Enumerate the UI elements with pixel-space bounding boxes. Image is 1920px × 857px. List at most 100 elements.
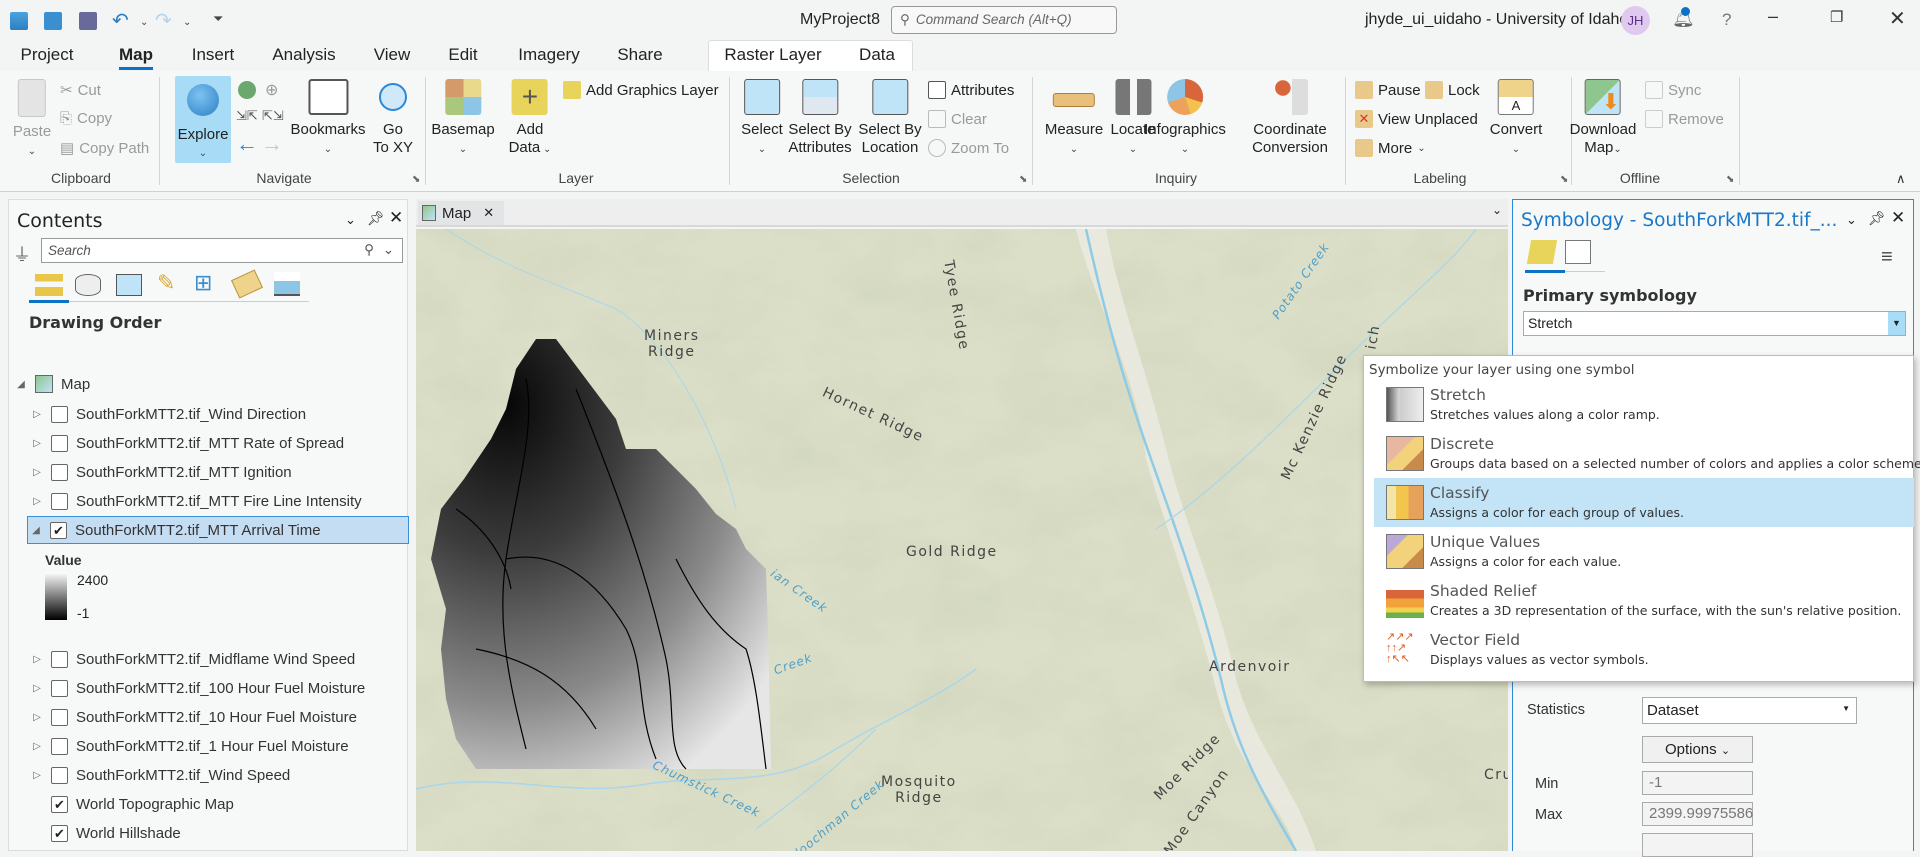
attributes-button[interactable]: Attributes <box>928 81 1014 99</box>
undo-dropdown-icon[interactable]: ⌄ <box>140 17 148 28</box>
layer-row[interactable]: ▷ SouthForkMTT2.tif_Wind Direction <box>29 400 434 428</box>
tab-overflow-chevron-icon[interactable]: ⌄ <box>1492 203 1502 217</box>
expand-arrow-icon[interactable]: ▷ <box>29 438 45 449</box>
list-by-labeling-icon[interactable] <box>230 269 264 299</box>
lock-labels-button[interactable]: Lock <box>1425 81 1480 99</box>
layer-row[interactable]: ▷ SouthForkMTT2.tif_MTT Rate of Spread <box>29 429 434 457</box>
basemap-button[interactable]: Basemap ⌄ <box>431 79 495 159</box>
convert-labels-button[interactable]: A Convert ⌄ <box>1490 79 1542 159</box>
minimize-button[interactable]: – <box>1768 6 1778 27</box>
expand-arrow-icon[interactable]: ▷ <box>29 654 45 665</box>
expand-arrow-icon[interactable]: ▷ <box>29 712 45 723</box>
tab-imagery[interactable]: Imagery <box>518 45 579 65</box>
save-project-icon[interactable] <box>79 12 97 30</box>
layer-visibility-checkbox[interactable] <box>51 708 68 726</box>
tab-raster-layer[interactable]: Raster Layer <box>724 45 821 65</box>
layer-row[interactable]: ▷ SouthForkMTT2.tif_10 Hour Fuel Moisture <box>29 703 434 731</box>
open-project-icon[interactable] <box>44 12 62 30</box>
layer-visibility-checkbox[interactable] <box>51 679 68 697</box>
layer-visibility-checkbox[interactable] <box>51 737 68 755</box>
layer-row[interactable]: ✔ World Hillshade <box>29 819 434 847</box>
tab-view[interactable]: View <box>374 45 411 65</box>
expand-arrow-icon[interactable]: ▷ <box>29 467 45 478</box>
layer-visibility-checkbox[interactable] <box>51 492 68 510</box>
close-map-tab-icon[interactable]: ✕ <box>483 205 494 221</box>
symbology-option-vector-field[interactable]: ↗↗↗ ↑↑↗ ↑↖↖ Vector Field Displays values as … <box>1374 625 1914 674</box>
bookmarks-button[interactable]: Bookmarks ⌄ <box>290 79 366 159</box>
collapse-ribbon-icon[interactable]: ∧ <box>1896 171 1906 187</box>
go-to-xy-button[interactable]: Go To XY <box>373 79 413 157</box>
download-map-button[interactable]: ⬇ Download Map⌄ <box>1570 79 1636 159</box>
signed-in-user[interactable]: jhyde_ui_uidaho - University of Idaho <box>1365 11 1628 29</box>
symbology-option-stretch[interactable]: Stretch Stretches values along a color ra… <box>1374 380 1914 429</box>
tab-analysis[interactable]: Analysis <box>272 45 335 65</box>
navigate-dialog-launcher[interactable]: ⬊ <box>412 174 420 185</box>
list-by-drawing-order-icon[interactable] <box>35 274 63 296</box>
tab-insert[interactable]: Insert <box>192 45 235 65</box>
primary-symbology-select[interactable]: Stretch ▼ <box>1523 311 1906 336</box>
list-by-editing-icon[interactable]: ✎ <box>157 270 175 296</box>
symbology-option-shaded-relief[interactable]: Shaded Relief Creates a 3D representation… <box>1374 576 1914 625</box>
layer-row[interactable]: ▷ SouthForkMTT2.tif_100 Hour Fuel Moistur… <box>29 674 434 702</box>
restore-button[interactable]: ❐ <box>1830 8 1843 26</box>
new-project-icon[interactable] <box>10 12 28 30</box>
list-by-snapping-icon[interactable]: ⊞ <box>194 270 212 296</box>
layer-row[interactable]: ▷ SouthForkMTT2.tif_MTT Ignition <box>29 458 434 486</box>
pane-options-icon[interactable]: ⌄ <box>345 212 356 228</box>
infographics-button[interactable]: Infographics ⌄ <box>1144 79 1226 159</box>
map-node[interactable]: ◢ Map <box>13 370 418 398</box>
layer-visibility-checkbox[interactable] <box>51 650 68 668</box>
view-unplaced-button[interactable]: ✕ View Unplaced <box>1355 110 1478 128</box>
add-graphics-layer-button[interactable]: Add Graphics Layer <box>563 81 719 99</box>
list-by-source-icon[interactable] <box>75 274 101 296</box>
symbology-option-discrete[interactable]: Discrete Groups data based on a selected … <box>1374 429 1920 478</box>
close-pane-icon[interactable]: ✕ <box>1891 208 1905 228</box>
primary-symbology-tab-icon[interactable] <box>1526 240 1558 264</box>
list-by-selection-icon[interactable] <box>116 274 142 296</box>
layer-visibility-checkbox[interactable] <box>51 766 68 784</box>
expand-arrow-icon[interactable]: ▷ <box>29 741 45 752</box>
expand-arrow-icon[interactable]: ▷ <box>29 770 45 781</box>
explore-button[interactable]: Explore ⌄ <box>175 76 231 163</box>
avatar[interactable]: JH <box>1621 6 1650 35</box>
expand-arrow-icon[interactable]: ▷ <box>29 409 45 420</box>
layer-row[interactable]: ◢ ✔ SouthForkMTT2.tif_MTT Arrival Time <box>27 516 409 544</box>
expand-arrow-icon[interactable]: ▷ <box>29 683 45 694</box>
layer-visibility-checkbox[interactable]: ✔ <box>51 795 68 813</box>
offline-dialog-launcher[interactable]: ⬊ <box>1726 174 1734 185</box>
tab-share[interactable]: Share <box>617 45 662 65</box>
tab-data[interactable]: Data <box>859 45 895 65</box>
collapse-arrow-icon[interactable]: ◢ <box>28 525 44 536</box>
fixed-zoom-in-icon[interactable]: ⇲⇱ <box>236 108 258 124</box>
full-extent-icon[interactable] <box>238 81 256 99</box>
more-labeling-button[interactable]: More ⌄ <box>1355 139 1426 157</box>
layer-visibility-checkbox[interactable]: ✔ <box>50 521 67 539</box>
tab-project[interactable]: Project <box>21 45 74 65</box>
pane-options-icon[interactable]: ⌄ <box>1846 212 1857 228</box>
layer-visibility-checkbox[interactable] <box>51 405 68 423</box>
close-pane-icon[interactable]: ✕ <box>389 208 403 228</box>
list-by-perspective-imagery-icon[interactable] <box>274 272 300 296</box>
map-view[interactable]: Miners Ridge Tyee Ridge Hornet Ridge Gold… <box>416 229 1508 851</box>
map-tab[interactable]: Map ✕ <box>418 201 504 225</box>
help-button[interactable]: ? <box>1722 10 1731 30</box>
layer-row[interactable]: ▷ SouthForkMTT2.tif_Wind Speed <box>29 761 434 789</box>
redo-dropdown-icon[interactable]: ⌄ <box>183 17 191 28</box>
hamburger-menu-icon[interactable]: ≡ <box>1881 246 1893 269</box>
layer-row[interactable]: ▷ SouthForkMTT2.tif_Midflame Wind Speed <box>29 645 434 673</box>
contents-search-input[interactable]: Search ⚲ ⌄ <box>41 238 403 263</box>
select-by-location-button[interactable]: Select By Location <box>858 79 922 157</box>
customize-toolbar-icon[interactable]: ⏷ <box>213 11 223 27</box>
notifications-bell-icon[interactable]: 🔔︎ <box>1672 7 1695 29</box>
layer-visibility-checkbox[interactable] <box>51 434 68 452</box>
filter-icon[interactable]: ⏚ <box>13 241 31 267</box>
measure-button[interactable]: Measure ⌄ <box>1045 79 1103 159</box>
pin-icon[interactable]: 📌︎ <box>1868 210 1886 227</box>
coordinate-conversion-button[interactable]: Coordinate Conversion <box>1252 79 1328 157</box>
symbology-option-classify[interactable]: Classify Assigns a color for each group o… <box>1374 478 1914 527</box>
command-search-input[interactable]: ⚲ Command Search (Alt+Q) <box>891 6 1117 34</box>
layer-visibility-checkbox[interactable]: ✔ <box>51 824 68 842</box>
tab-map[interactable]: Map <box>119 45 153 70</box>
layer-visibility-checkbox[interactable] <box>51 463 68 481</box>
layer-row[interactable]: ✔ World Topographic Map <box>29 790 434 818</box>
